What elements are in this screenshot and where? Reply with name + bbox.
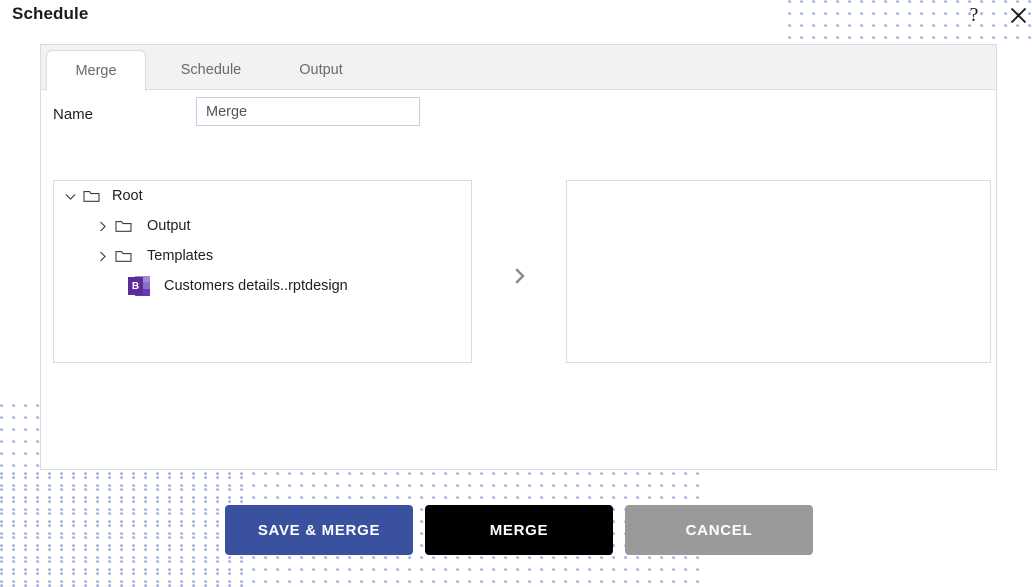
source-tree-panel[interactable]: Root Output Templates B Customers detail… <box>53 180 472 363</box>
tab-output-label: Output <box>299 62 343 78</box>
merge-button[interactable]: MERGE <box>425 505 613 555</box>
report-design-file-icon-badge: B <box>128 277 143 295</box>
tab-merge[interactable]: Merge <box>46 50 146 91</box>
selected-items-panel[interactable] <box>566 180 991 363</box>
tree-item-label: Templates <box>147 248 214 264</box>
page-title: Schedule <box>12 4 89 23</box>
tab-output[interactable]: Output <box>271 50 371 90</box>
name-label: Name <box>53 106 94 123</box>
close-icon[interactable] <box>1005 2 1031 28</box>
tree-item-label: Root <box>112 188 143 204</box>
dialog-footer: SAVE & MERGE MERGE CANCEL <box>0 505 1032 555</box>
folder-icon <box>113 218 133 235</box>
tree-item-output[interactable]: Output <box>54 211 471 241</box>
tree-item-root[interactable]: Root <box>54 181 471 211</box>
tree-item-report-file[interactable]: B Customers details..rptdesign <box>54 271 471 301</box>
folder-icon <box>113 248 133 265</box>
decorative-dot-pattern-top-right <box>788 0 1032 40</box>
help-icon-glyph: ? <box>969 3 979 26</box>
report-design-file-icon: B <box>128 276 150 296</box>
tab-schedule-label: Schedule <box>180 62 242 78</box>
schedule-dialog-card: Merge Schedule Output Name Merge Root Ou… <box>40 44 997 470</box>
chevron-down-icon[interactable] <box>62 188 79 205</box>
tree-item-label: Output <box>147 218 191 234</box>
tree-item-label: Customers details..rptdesign <box>164 278 348 294</box>
tab-schedule[interactable]: Schedule <box>156 50 266 90</box>
cancel-button[interactable]: CANCEL <box>625 505 813 555</box>
tab-bar: Merge Schedule Output <box>41 45 996 91</box>
name-input[interactable] <box>196 97 420 126</box>
folder-icon <box>81 188 101 205</box>
tab-merge-label: Merge <box>75 63 117 79</box>
chevron-right-icon[interactable] <box>94 248 111 265</box>
save-and-merge-button[interactable]: SAVE & MERGE <box>225 505 413 555</box>
tree-item-templates[interactable]: Templates <box>54 241 471 271</box>
chevron-right-icon[interactable] <box>94 218 111 235</box>
transfer-right-button[interactable] <box>509 265 531 287</box>
help-icon[interactable]: ? <box>961 2 987 28</box>
